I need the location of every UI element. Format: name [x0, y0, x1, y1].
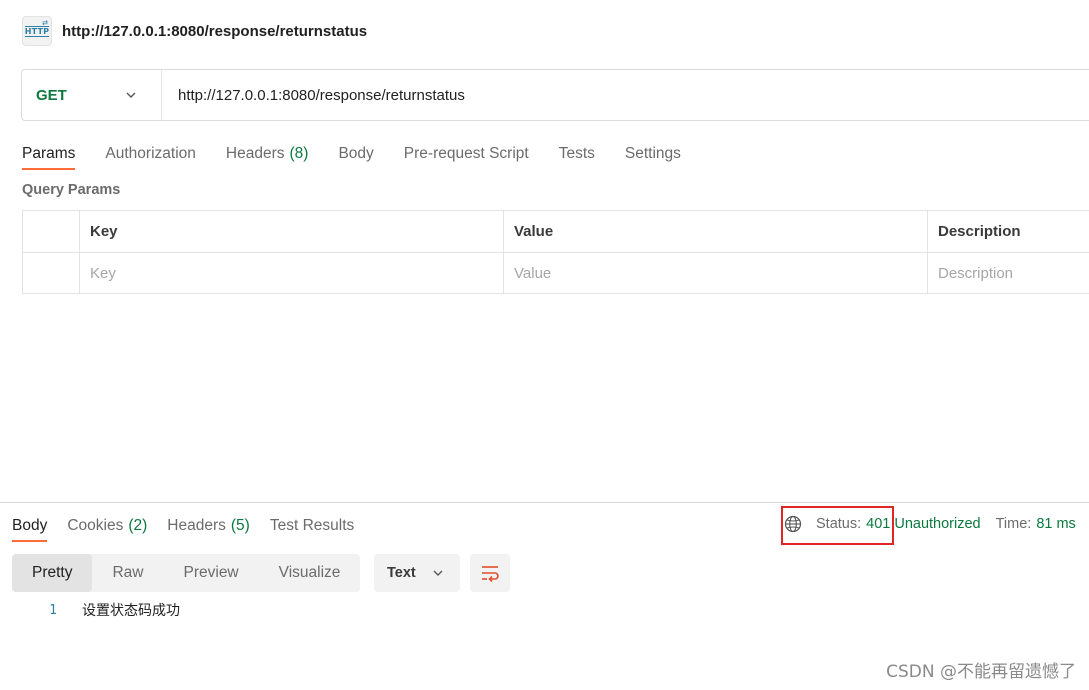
tab-authorization[interactable]: Authorization [105, 138, 195, 170]
globe-icon[interactable] [784, 515, 802, 533]
response-tab-body[interactable]: Body [12, 510, 48, 542]
headers-count: (8) [289, 145, 309, 162]
code-line: 1 设置状态码成功 [0, 598, 180, 622]
value-column-header: Value [504, 211, 928, 252]
view-pretty-button[interactable]: Pretty [12, 554, 93, 592]
tab-body[interactable]: Body [338, 138, 373, 170]
format-select[interactable]: Text [374, 554, 460, 592]
checkbox-column-header [23, 211, 80, 252]
table-header-row: Key Value Description [23, 211, 1089, 252]
request-tabs: Params Authorization Headers (8) Body Pre… [22, 138, 711, 172]
response-tab-cookies[interactable]: Cookies (2) [67, 510, 147, 542]
line-number: 1 [49, 602, 57, 618]
cookies-count: (2) [128, 517, 148, 534]
response-status-bar: Status: 401 Unauthorized Time: 81 ms [782, 510, 1076, 538]
request-title[interactable]: http://127.0.0.1:8080/response/returnsta… [62, 23, 367, 40]
status-text[interactable]: Unauthorized [894, 516, 980, 532]
query-params-title: Query Params [22, 182, 121, 198]
row-checkbox-cell [23, 253, 80, 293]
time-label: Time: [995, 516, 1032, 532]
format-label: Text [387, 565, 416, 581]
tab-settings[interactable]: Settings [625, 138, 681, 170]
watermark: CSDN @不能再留遗憾了 [886, 662, 1076, 682]
chevron-down-icon [126, 92, 136, 98]
key-input[interactable] [90, 264, 503, 282]
request-header: ⇄ HTTP http://127.0.0.1:8080/response/re… [22, 14, 367, 48]
description-column-header: Description [938, 223, 1021, 240]
wrap-lines-button[interactable] [470, 554, 510, 592]
status-code[interactable]: 401 [866, 516, 890, 532]
line-content[interactable]: 设置状态码成功 [82, 600, 180, 620]
tab-tests[interactable]: Tests [559, 138, 595, 170]
response-headers-count: (5) [230, 517, 250, 534]
response-tabs: Body Cookies (2) Headers (5) Test Results [12, 510, 374, 544]
status-label: Status: [816, 516, 862, 532]
tab-headers[interactable]: Headers (8) [226, 138, 309, 170]
value-cell [504, 253, 928, 293]
time-value[interactable]: 81 ms [1036, 516, 1076, 532]
view-raw-button[interactable]: Raw [92, 554, 163, 592]
response-tab-headers[interactable]: Headers (5) [167, 510, 250, 542]
url-bar: GET [21, 69, 1089, 121]
http-icon: ⇄ HTTP [22, 16, 52, 46]
key-column-header: Key [80, 211, 504, 252]
method-label: GET [36, 86, 67, 104]
view-preview-button[interactable]: Preview [164, 554, 259, 592]
url-input[interactable] [162, 70, 1089, 120]
method-select[interactable]: GET [22, 70, 162, 120]
params-table: Key Value Description [22, 210, 1089, 294]
chevron-down-icon [433, 570, 443, 576]
value-input[interactable] [514, 264, 927, 282]
tab-params[interactable]: Params [22, 138, 76, 170]
response-tab-test-results[interactable]: Test Results [270, 510, 354, 542]
response-divider[interactable] [0, 502, 1089, 503]
view-visualize-button[interactable]: Visualize [259, 554, 361, 592]
description-input[interactable] [938, 264, 1089, 282]
table-row [23, 252, 1089, 293]
wrap-lines-icon [482, 566, 499, 582]
response-view-group: Pretty Raw Preview Visualize [12, 554, 361, 592]
key-cell [80, 253, 504, 293]
description-cell [928, 253, 1089, 293]
tab-pre-request-script[interactable]: Pre-request Script [404, 138, 529, 170]
